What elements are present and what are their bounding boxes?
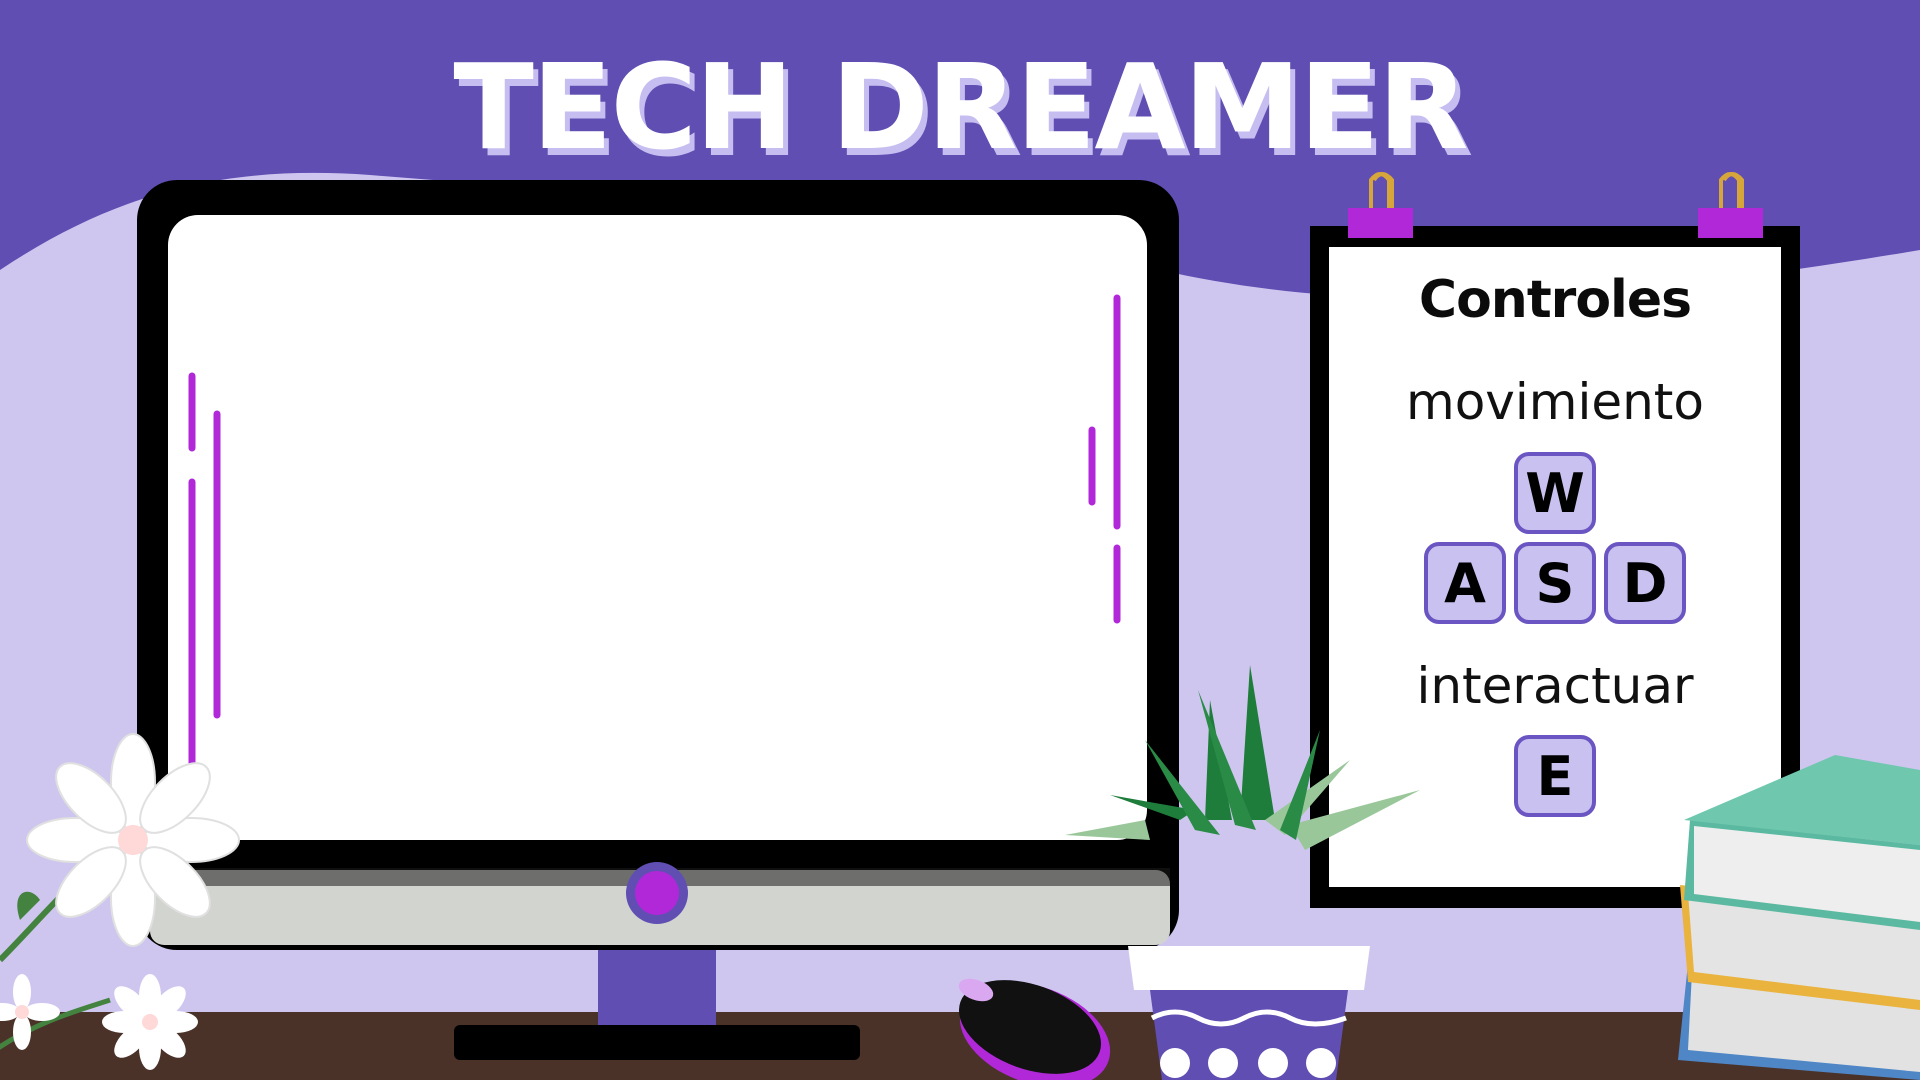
interact-label: interactuar — [1416, 657, 1694, 715]
key-a: A — [1424, 542, 1506, 624]
monitor-base — [454, 1025, 860, 1060]
desk-surface — [0, 1012, 1920, 1080]
plant-pot-rim — [1128, 946, 1370, 990]
binder-clip-right-icon — [1698, 172, 1763, 238]
key-s: S — [1514, 542, 1596, 624]
binder-clip-left-icon — [1348, 172, 1413, 238]
monitor-neck — [598, 945, 716, 1027]
key-w: W — [1514, 452, 1596, 534]
key-e: E — [1514, 735, 1596, 817]
key-d: D — [1604, 542, 1686, 624]
controls-heading: Controles — [1418, 270, 1692, 330]
movement-label: movimiento — [1405, 373, 1705, 431]
monitor-screen — [168, 215, 1147, 840]
game-title: TECH DREAMER — [453, 38, 1468, 176]
